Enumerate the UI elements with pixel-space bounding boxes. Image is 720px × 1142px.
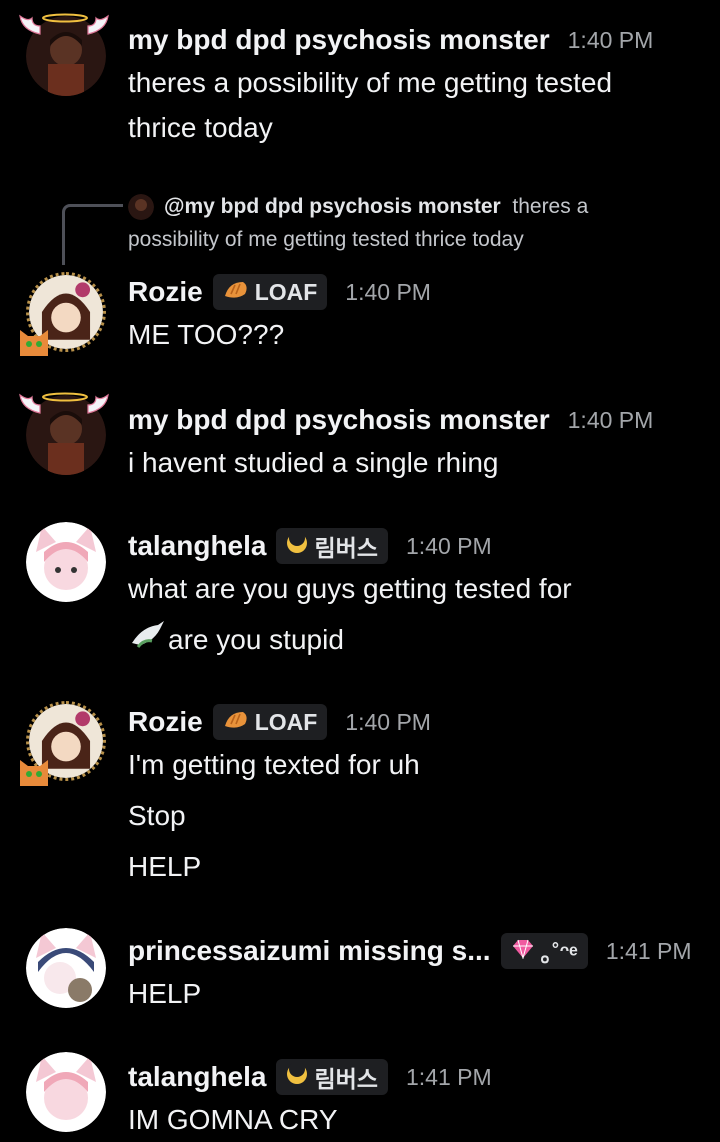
timestamp: 1:41 PM xyxy=(405,1063,492,1090)
timestamp: 1:40 PM xyxy=(567,406,654,433)
wing-right-icon xyxy=(86,14,110,41)
message-text: ME TOO??? xyxy=(128,319,285,350)
username[interactable]: princessaizumi missing s... xyxy=(128,935,491,967)
tag-label: LOAF xyxy=(254,278,318,305)
timestamp: 1:40 PM xyxy=(345,278,431,305)
avatar[interactable] xyxy=(26,1052,106,1132)
username[interactable]: Rozie xyxy=(128,276,203,308)
username[interactable]: Rozie xyxy=(128,706,203,738)
croissant-icon xyxy=(223,279,249,306)
tag-label: LOAF xyxy=(254,708,318,735)
message-text: thrice today xyxy=(128,112,273,143)
avatar[interactable] xyxy=(26,928,106,1008)
reply-preview[interactable]: @my bpd dpd psychosis monster theres a p… xyxy=(128,190,620,256)
timestamp: 1:40 PM xyxy=(405,532,492,559)
croissant-icon xyxy=(223,709,249,736)
message-text: HELP xyxy=(128,978,202,1009)
reply-mention[interactable]: @my bpd dpd psychosis monster xyxy=(164,195,501,218)
username[interactable]: my bpd dpd psychosis monster xyxy=(128,404,550,436)
halo-decoration xyxy=(40,10,90,28)
avatar[interactable] xyxy=(26,522,106,602)
crescent-moon-icon xyxy=(286,1061,308,1091)
reply-avatar xyxy=(128,194,154,221)
server-tag[interactable]: LOAF xyxy=(212,274,328,310)
crescent-moon-icon xyxy=(286,530,308,560)
username[interactable]: my bpd dpd psychosis monster xyxy=(128,24,550,56)
cat-decoration-icon xyxy=(16,750,60,791)
message-text: IM GOMNA CRY xyxy=(128,1104,338,1135)
timestamp: 1:40 PM xyxy=(567,26,654,53)
wing-right-icon xyxy=(86,393,110,420)
message-text: theres a possibility of me getting teste… xyxy=(128,67,613,98)
message-text: i havent studied a single rhing xyxy=(128,447,499,478)
cat-decoration-icon xyxy=(16,320,60,361)
wing-left-icon xyxy=(18,14,42,41)
server-tag[interactable]: 림버스 xyxy=(276,1059,388,1095)
dove-emoji-icon xyxy=(128,617,168,666)
message-text: I'm getting texted for uh xyxy=(128,749,420,780)
username[interactable]: talanghela xyxy=(128,530,266,562)
tag-label: ｡˚ᵔᵉ xyxy=(540,940,578,966)
timestamp: 1:40 PM xyxy=(345,708,431,735)
tag-label: 림버스 xyxy=(314,535,378,561)
timestamp: 1:41 PM xyxy=(605,937,692,964)
server-tag[interactable]: LOAF xyxy=(212,704,328,740)
username[interactable]: talanghela xyxy=(128,1061,266,1093)
message-text: what are you guys getting tested for xyxy=(128,573,572,604)
message-text: Stop xyxy=(128,800,186,831)
server-tag[interactable]: 림버스 xyxy=(276,528,388,564)
server-tag[interactable]: ｡˚ᵔᵉ xyxy=(500,933,588,969)
message-text: HELP xyxy=(128,851,202,882)
wing-left-icon xyxy=(18,393,42,420)
reply-connector xyxy=(62,204,123,265)
tag-label: 림버스 xyxy=(314,1066,378,1092)
pink-gem-icon xyxy=(511,938,535,965)
message-text: are you stupid xyxy=(128,617,708,666)
halo-decoration xyxy=(40,389,90,407)
